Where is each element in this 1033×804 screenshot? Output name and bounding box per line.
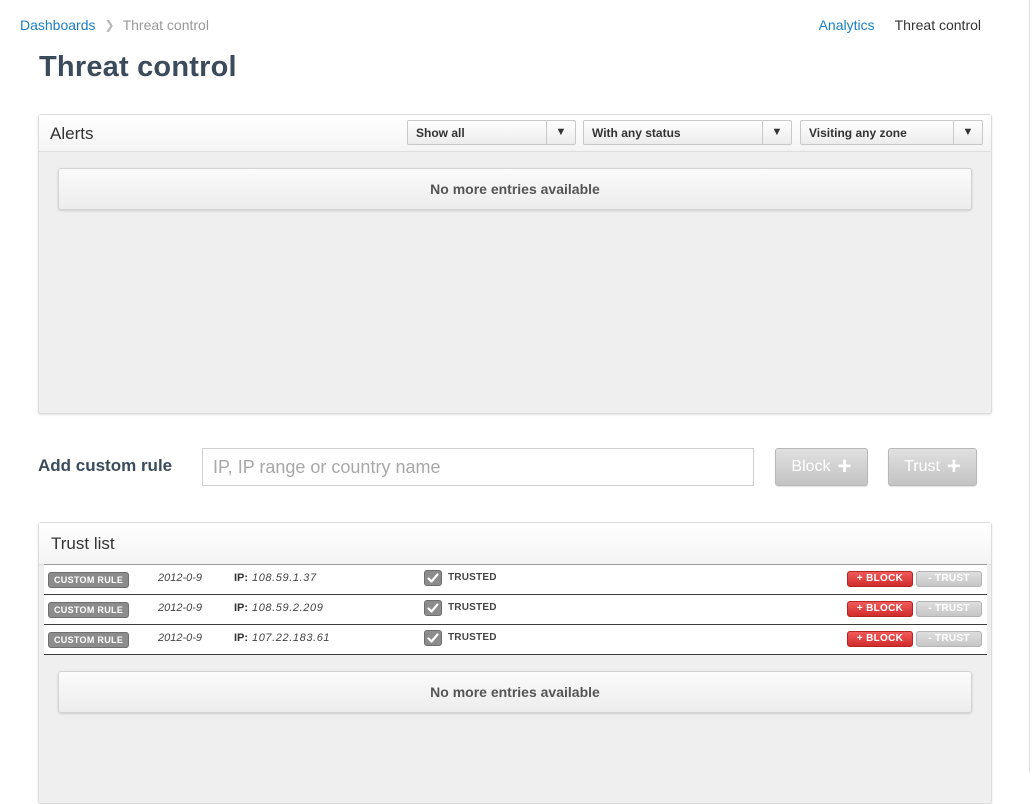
trust-list-rows: CUSTOM RULE 2012-0-9 IP: 108.59.1.37 TRU… xyxy=(44,564,987,655)
filter-zone-select[interactable]: Visiting any zone ▼ xyxy=(800,120,983,145)
check-icon xyxy=(424,600,442,616)
row-block-button[interactable]: + BLOCK xyxy=(847,571,913,587)
triangle-down-icon: ▼ xyxy=(762,121,791,144)
block-rule-button[interactable]: Block + xyxy=(775,448,868,486)
ip-label: IP: xyxy=(234,632,249,644)
ip-value: 108.59.1.37 xyxy=(252,572,317,584)
trust-rule-label: Trust xyxy=(904,458,940,475)
custom-rule-badge: CUSTOM RULE xyxy=(48,602,130,618)
filter-zone-value: Visiting any zone xyxy=(809,126,907,140)
breadcrumb-dashboards-link[interactable]: Dashboards xyxy=(20,17,96,33)
plus-icon: + xyxy=(837,453,852,480)
trust-rule-button[interactable]: Trust + xyxy=(888,448,977,486)
alerts-no-more-entries[interactable]: No more entries available xyxy=(58,168,972,210)
breadcrumb-current: Threat control xyxy=(122,17,209,33)
trusted-status: TRUSTED xyxy=(448,572,497,583)
chevron-right-icon: ❯ xyxy=(104,18,115,32)
page-border xyxy=(1029,0,1030,773)
check-icon xyxy=(424,570,442,586)
rule-date: 2012-0-9 xyxy=(158,632,203,644)
table-row: CUSTOM RULE 2012-0-9 IP: 108.59.2.209 TR… xyxy=(44,595,987,625)
top-bar: Dashboards ❯ Threat control Analytics Th… xyxy=(0,0,1029,50)
ip-label: IP: xyxy=(234,602,249,614)
alerts-panel: Alerts Show all ▼ With any status ▼ Visi… xyxy=(38,114,992,414)
trust-list-no-more-entries[interactable]: No more entries available xyxy=(58,671,972,713)
filter-show-value: Show all xyxy=(416,126,465,140)
page-title: Threat control xyxy=(39,51,237,83)
trusted-status: TRUSTED xyxy=(448,632,497,643)
rule-date: 2012-0-9 xyxy=(158,602,203,614)
block-rule-label: Block xyxy=(791,458,831,475)
custom-rule-badge: CUSTOM RULE xyxy=(48,572,130,588)
table-row: CUSTOM RULE 2012-0-9 IP: 107.22.183.61 T… xyxy=(44,625,987,655)
custom-rule-input[interactable] xyxy=(202,448,754,486)
row-block-button[interactable]: + BLOCK xyxy=(847,601,913,617)
ip-label: IP: xyxy=(234,572,249,584)
alerts-title: Alerts xyxy=(50,124,94,143)
trust-list-title: Trust list xyxy=(51,534,115,553)
table-row: CUSTOM RULE 2012-0-9 IP: 108.59.1.37 TRU… xyxy=(44,564,987,595)
nav-analytics-link[interactable]: Analytics xyxy=(819,17,875,33)
triangle-down-icon: ▼ xyxy=(546,121,575,144)
triangle-down-icon: ▼ xyxy=(953,121,982,144)
nav-threat-control-link[interactable]: Threat control xyxy=(895,17,981,33)
filter-status-select[interactable]: With any status ▼ xyxy=(583,120,792,145)
trusted-status: TRUSTED xyxy=(448,602,497,613)
trust-list-header: Trust list xyxy=(39,523,991,565)
plus-icon: + xyxy=(946,453,961,480)
alerts-panel-header: Alerts Show all ▼ With any status ▼ Visi… xyxy=(39,115,991,152)
rule-date: 2012-0-9 xyxy=(158,572,203,584)
top-nav: Analytics Threat control xyxy=(819,17,981,33)
row-untrust-button[interactable]: - TRUST xyxy=(916,631,982,647)
row-untrust-button[interactable]: - TRUST xyxy=(916,571,982,587)
add-custom-rule-label: Add custom rule xyxy=(38,456,173,475)
breadcrumb: Dashboards ❯ Threat control xyxy=(20,17,209,33)
check-icon xyxy=(424,630,442,646)
row-block-button[interactable]: + BLOCK xyxy=(847,631,913,647)
row-untrust-button[interactable]: - TRUST xyxy=(916,601,982,617)
ip-value: 107.22.183.61 xyxy=(252,632,331,644)
custom-rule-badge: CUSTOM RULE xyxy=(48,632,130,648)
ip-value: 108.59.2.209 xyxy=(252,602,324,614)
filter-show-select[interactable]: Show all ▼ xyxy=(407,120,576,145)
filter-status-value: With any status xyxy=(592,126,681,140)
trust-list-panel: Trust list CUSTOM RULE 2012-0-9 IP: 108.… xyxy=(38,522,992,804)
